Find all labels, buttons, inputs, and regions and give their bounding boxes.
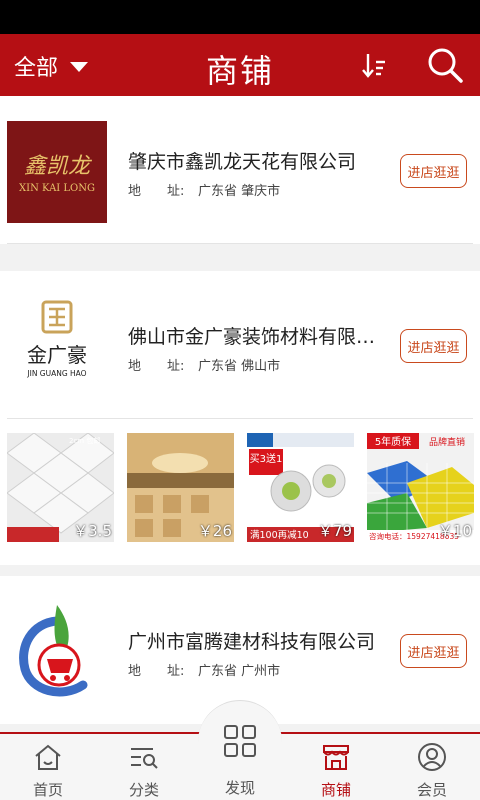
product-thumb[interactable]: 买3送1 满100再减10 ￥79 (247, 433, 354, 542)
sort-icon (362, 54, 385, 78)
shop-logo: 鑫凯龙 XIN KAI LONG (7, 121, 107, 223)
tab-discover-label: 发现 (224, 779, 255, 797)
logo-en-text: XIN KAI LONG (19, 183, 95, 194)
sort-button[interactable] (360, 50, 390, 80)
category-search-icon (131, 748, 158, 769)
logo-en-text: JIN GUANG HAO (26, 369, 86, 378)
search-button[interactable] (426, 46, 464, 84)
product-strip: 2cm 包邮 ￥3.5 ￥26 买3送1 满100再减10 ￥79 5年质保 品… (0, 419, 480, 565)
logo-cn-text: 金广豪 (27, 343, 87, 367)
shop-address: 地 址: 广东省 广州市 (128, 660, 280, 679)
product-tag-text: 品牌直销 (429, 436, 465, 448)
address-value: 广东省 肇庆市 (198, 184, 281, 199)
tab-discover[interactable]: 发现 (198, 700, 282, 800)
product-thumb[interactable]: ￥26 (127, 433, 234, 542)
address-label: 地 址: (128, 359, 185, 374)
visit-shop-button[interactable]: 进店逛逛 (400, 329, 467, 363)
product-thumb[interactable]: 2cm 包邮 ￥3.5 (7, 433, 114, 542)
shop-name[interactable]: 佛山市金广豪装饰材料有限公... (128, 322, 383, 349)
address-value: 广东省 广州市 (198, 664, 281, 679)
visit-shop-button[interactable]: 进店逛逛 (400, 154, 467, 188)
shop-list[interactable]: 鑫凯龙 XIN KAI LONG 肇庆市鑫凯龙天花有限公司 地 址: 广东省 肇… (0, 96, 480, 732)
product-tag-text: 2cm 包邮 (69, 436, 100, 445)
product-price: ￥26 (197, 522, 232, 540)
product-price: ￥79 (317, 522, 352, 540)
user-icon (418, 743, 446, 771)
shop-logo (7, 601, 107, 703)
address-label: 地 址: (128, 184, 185, 199)
shop-address: 地 址: 广东省 肇庆市 (128, 180, 280, 199)
tab-home-label: 首页 (32, 781, 63, 799)
store-icon (323, 745, 349, 770)
shop-row[interactable]: 鑫凯龙 XIN KAI LONG 肇庆市鑫凯龙天花有限公司 地 址: 广东省 肇… (0, 96, 480, 244)
tab-member-label: 会员 (416, 781, 447, 799)
visit-shop-button[interactable]: 进店逛逛 (400, 634, 467, 668)
shop-name[interactable]: 广州市富腾建材科技有限公司 (128, 627, 383, 654)
product-price: ￥10 (437, 522, 472, 540)
divider (7, 243, 473, 244)
tab-shops-label: 商铺 (320, 781, 351, 799)
shop-row[interactable]: 金广豪 JIN GUANG HAO 佛山市金广豪装饰材料有限公... 地 址: … (0, 271, 480, 419)
product-caption-text: 满100再减10 (250, 529, 309, 541)
product-thumb[interactable]: 5年质保 品牌直销 咨询电话：15927418635 ￥10 (367, 433, 474, 542)
logo-cn-text: 鑫凯龙 (24, 154, 93, 179)
shop-address: 地 址: 广东省 佛山市 (128, 355, 280, 374)
tab-shops[interactable]: 商铺 (288, 734, 384, 800)
tab-category[interactable]: 分类 (96, 734, 192, 800)
product-banner-text: 5年质保 (375, 435, 411, 448)
product-price: ￥3.5 (73, 522, 112, 540)
product-banner-text: 买3送1 (250, 452, 283, 465)
search-icon (428, 48, 463, 83)
tab-member[interactable]: 会员 (384, 734, 480, 800)
shop-logo: 金广豪 JIN GUANG HAO (7, 296, 107, 398)
shop-card[interactable]: 鑫凯龙 XIN KAI LONG 肇庆市鑫凯龙天花有限公司 地 址: 广东省 肇… (0, 96, 480, 244)
page-title: 商铺 (205, 52, 274, 90)
shop-card[interactable]: 金广豪 JIN GUANG HAO 佛山市金广豪装饰材料有限公... 地 址: … (0, 271, 480, 565)
status-bar (0, 0, 480, 34)
home-icon (35, 744, 61, 770)
tab-home[interactable]: 首页 (0, 734, 96, 800)
address-value: 广东省 佛山市 (198, 359, 281, 374)
tab-category-label: 分类 (128, 781, 159, 799)
grid-icon (224, 725, 256, 757)
shop-name[interactable]: 肇庆市鑫凯龙天花有限公司 (128, 147, 383, 174)
app-header: 全部 商铺 (0, 34, 480, 96)
address-label: 地 址: (128, 664, 185, 679)
